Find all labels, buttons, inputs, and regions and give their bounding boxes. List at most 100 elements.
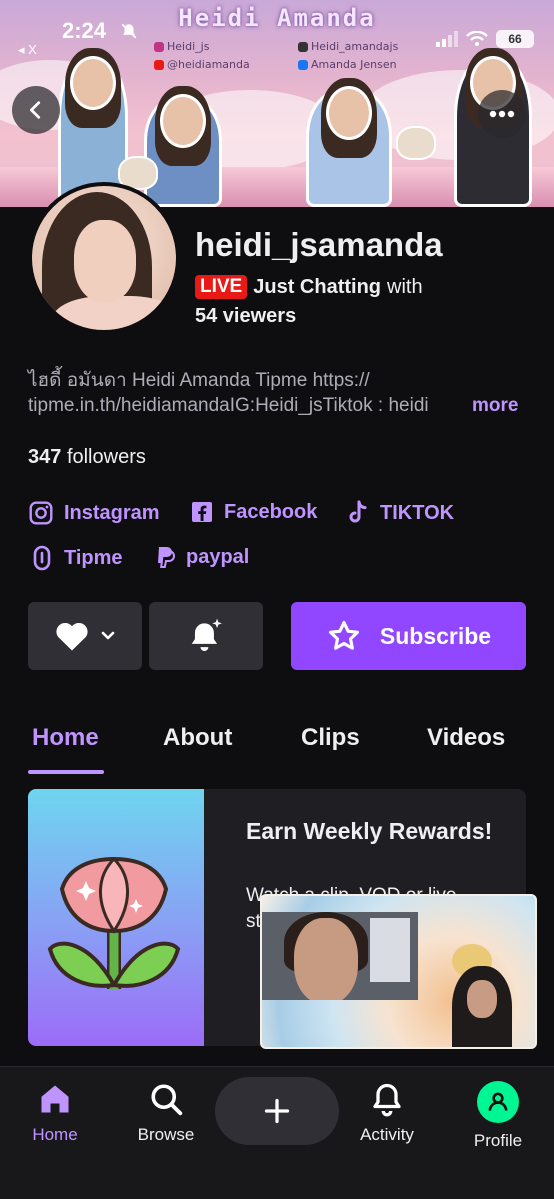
tulip-icon bbox=[47, 856, 181, 989]
rewards-card-art bbox=[28, 789, 204, 1046]
tab-about[interactable]: About bbox=[163, 724, 232, 752]
camera-person-face bbox=[294, 918, 358, 1000]
link-tiktok[interactable]: TIKTOK bbox=[346, 500, 454, 526]
nav-profile[interactable]: Profile bbox=[448, 1081, 548, 1151]
figure-head bbox=[70, 56, 116, 110]
link-tipme[interactable]: Tipme bbox=[30, 545, 123, 571]
channel-bio: ไฮดี้ อมันดา Heidi Amanda Tipme https://… bbox=[28, 368, 528, 418]
banner-facebook-name: Amanda Jensen bbox=[311, 58, 397, 71]
tab-home[interactable]: Home bbox=[32, 724, 99, 752]
tiktok-icon bbox=[298, 41, 308, 52]
stream-category: Just Chatting bbox=[253, 275, 382, 298]
chevron-left-icon bbox=[30, 101, 41, 119]
notifications-button[interactable] bbox=[149, 602, 263, 670]
nav-home[interactable]: Home bbox=[5, 1081, 105, 1145]
more-dots-icon bbox=[489, 110, 515, 118]
profile-avatar-icon bbox=[477, 1081, 519, 1123]
banner-instagram-handle: Heidi_js bbox=[167, 40, 210, 53]
bottom-navigation: Home Browse Activity Profile bbox=[0, 1066, 554, 1199]
link-instagram-label: Instagram bbox=[64, 501, 160, 524]
tab-clips[interactable]: Clips bbox=[301, 724, 360, 752]
live-with-text: with bbox=[387, 275, 423, 298]
bell-icon bbox=[373, 1083, 401, 1117]
banner-tiktok-tag: Heidi_amandajs bbox=[298, 40, 398, 53]
back-button[interactable] bbox=[12, 86, 60, 134]
facebook-icon bbox=[298, 59, 308, 70]
bio-line-2: tipme.in.th/heidiamandaIG:Heidi_jsTiktok… bbox=[28, 395, 429, 416]
facebook-icon bbox=[192, 502, 212, 522]
link-tipme-label: Tipme bbox=[64, 546, 123, 569]
link-paypal[interactable]: paypal bbox=[154, 545, 249, 569]
figure-head bbox=[160, 94, 206, 148]
rewards-card-title: Earn Weekly Rewards! bbox=[246, 818, 493, 844]
nav-activity-label: Activity bbox=[360, 1125, 414, 1144]
bell-muted-icon bbox=[121, 23, 137, 39]
more-options-button[interactable] bbox=[478, 90, 526, 138]
youtube-icon bbox=[154, 59, 164, 70]
bio-line-1: ไฮดี้ อมันดา Heidi Amanda Tipme https:// bbox=[28, 370, 370, 391]
paypal-icon bbox=[158, 547, 175, 568]
subscribe-label: Subscribe bbox=[379, 622, 492, 649]
link-facebook-label: Facebook bbox=[224, 500, 318, 523]
banner-figure bbox=[306, 78, 392, 207]
banner-cat bbox=[396, 126, 436, 160]
banner-youtube-tag: @heidiamanda bbox=[154, 58, 250, 71]
figure-head bbox=[326, 86, 372, 140]
heart-icon bbox=[56, 622, 88, 651]
camera-background-window bbox=[370, 918, 410, 982]
active-tab-indicator bbox=[28, 770, 104, 774]
banner-figure bbox=[144, 86, 222, 207]
bell-sparkle-icon bbox=[191, 618, 222, 652]
live-badge: LIVE bbox=[195, 275, 248, 299]
banner-tiktok-handle: Heidi_amandajs bbox=[311, 40, 399, 53]
mini-player[interactable] bbox=[260, 894, 537, 1049]
followers-label: followers bbox=[66, 446, 146, 468]
mini-player-camera-feed bbox=[262, 912, 418, 1000]
streamer-figure bbox=[452, 966, 512, 1047]
viewer-count: 54 viewers bbox=[195, 305, 297, 327]
star-icon bbox=[328, 620, 359, 650]
live-status[interactable]: LIVE Just Chatting with bbox=[195, 275, 423, 299]
banner-facebook-tag: Amanda Jensen bbox=[298, 58, 397, 71]
instagram-icon bbox=[154, 41, 164, 52]
battery-indicator: 66 bbox=[496, 30, 534, 48]
user-icon bbox=[488, 1092, 508, 1111]
tab-videos[interactable]: Videos bbox=[427, 724, 505, 752]
status-indicators: 66 bbox=[436, 30, 534, 48]
nav-profile-label: Profile bbox=[473, 1131, 523, 1150]
channel-username: heidi_jsamanda bbox=[195, 226, 443, 263]
link-instagram[interactable]: Instagram bbox=[28, 500, 160, 526]
chevron-down-icon bbox=[101, 631, 115, 640]
plus-icon bbox=[264, 1098, 290, 1124]
follow-button[interactable] bbox=[28, 602, 142, 670]
subscribe-button[interactable]: Subscribe bbox=[291, 602, 526, 670]
status-time: 2:24 bbox=[62, 18, 107, 43]
avatar-shoulder bbox=[52, 296, 176, 330]
bio-more-link[interactable]: more bbox=[472, 393, 518, 418]
followers-number: 347 bbox=[28, 446, 62, 468]
link-facebook[interactable]: Facebook bbox=[190, 500, 317, 524]
home-icon bbox=[41, 1085, 69, 1113]
status-back-link[interactable]: ◂ X bbox=[18, 42, 37, 58]
instagram-icon bbox=[29, 501, 53, 525]
create-button[interactable] bbox=[215, 1077, 339, 1145]
link-paypal-label: paypal bbox=[186, 545, 250, 568]
nav-activity[interactable]: Activity bbox=[337, 1081, 437, 1145]
link-tiktok-label: TIKTOK bbox=[380, 501, 455, 524]
signal-icon bbox=[436, 31, 458, 47]
banner-youtube-handle: @heidiamanda bbox=[167, 58, 250, 71]
tiktok-icon bbox=[349, 500, 367, 523]
followers-count: 347 followers bbox=[28, 446, 146, 469]
search-icon bbox=[151, 1084, 183, 1116]
nav-browse[interactable]: Browse bbox=[116, 1081, 216, 1145]
channel-banner: Heidi Amanda Heidi_js @heidiamanda Heidi… bbox=[0, 0, 554, 207]
channel-tabs: Home About Clips Videos bbox=[0, 718, 554, 774]
wifi-icon bbox=[466, 31, 488, 46]
streamer-face bbox=[467, 980, 497, 1018]
avatar-face bbox=[74, 220, 136, 302]
nav-home-label: Home bbox=[32, 1125, 78, 1144]
bio-line-2-row: tipme.in.th/heidiamandaIG:Heidi_jsTiktok… bbox=[28, 393, 528, 418]
nav-browse-label: Browse bbox=[137, 1125, 195, 1144]
channel-avatar[interactable] bbox=[28, 182, 180, 334]
banner-instagram-tag: Heidi_js bbox=[154, 40, 209, 53]
